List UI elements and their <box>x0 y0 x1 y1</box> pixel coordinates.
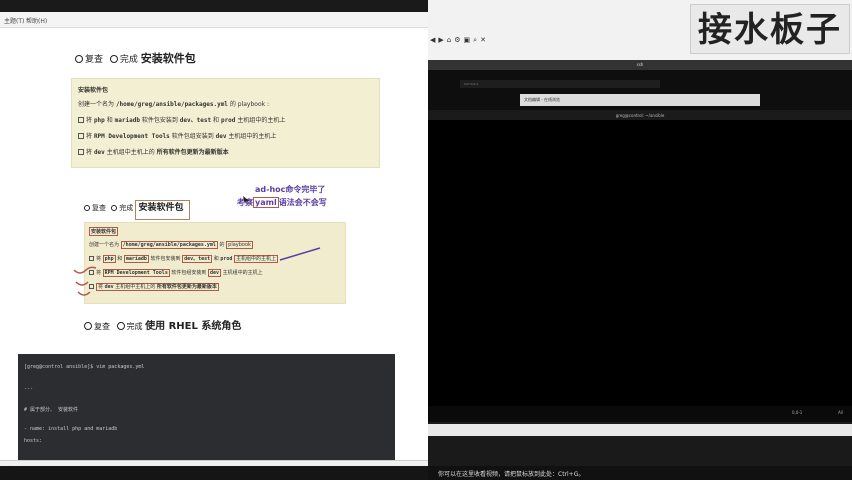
done-label: 完成 <box>126 322 143 331</box>
done-label: 完成 <box>119 204 134 212</box>
editor-title: greg@control: ~/ansible <box>428 112 852 120</box>
task1-header: 复查 完成 安装软件包 <box>75 50 196 66</box>
close-icon[interactable]: ✕ <box>480 36 489 44</box>
terminal-line: hosts: <box>24 438 43 444</box>
address-bar[interactable]: 127.0.0.1 <box>460 80 660 88</box>
doc-menubar: 主题(T) 帮助(H) <box>0 12 428 28</box>
review-label: 复查 <box>85 55 104 65</box>
task2-title: 安装软件包 <box>135 200 191 220</box>
notification-bar: 你可以在这里收看视频，请把鼠标放到此处：Ctrl+G。 <box>428 466 852 480</box>
task3-header: 复查 完成 使用 RHEL 系统角色 <box>84 317 241 332</box>
checkbox[interactable] <box>78 149 84 155</box>
terminal-line: # 属于部分、 安装软件 <box>24 407 79 413</box>
box1-item-3: 将 dev 主机组中主机上的 所有软件包更新为最新版本 <box>78 147 229 156</box>
done-radio[interactable] <box>116 322 125 330</box>
terminal-screenshot: [greg@control ansible]$ vim packages.yml… <box>18 354 395 466</box>
box1-heading: 安装软件包 <box>78 87 109 94</box>
toolbar-icons: ◀▶⌂⚙▣⌕✕ <box>430 36 580 46</box>
editor-statusbar: 0,0-1 All <box>428 406 852 422</box>
done-label: 完成 <box>119 55 138 65</box>
menu-help[interactable]: 帮助(H) <box>26 16 47 25</box>
annotation-marks <box>73 247 321 296</box>
task1-box: 安装软件包 创建一个名为 /home/greg/ansible/packages… <box>71 78 380 168</box>
review-radio[interactable] <box>84 205 90 211</box>
menu-theme[interactable]: 主题(T) <box>4 16 24 25</box>
folder-icon[interactable]: ▣ <box>464 36 474 44</box>
task1-title: 安装软件包 <box>140 52 196 65</box>
terminal-line: - name: install php and mariadb <box>24 426 118 432</box>
box1-item-1: 将 php 和 mariadb 软件包安装到 dev、test 和 prod 主… <box>78 115 285 124</box>
logo-watermark: 接水板子 <box>690 4 850 54</box>
review-radio[interactable] <box>75 55 83 63</box>
vim-editor[interactable] <box>428 120 852 420</box>
task2-header: 复查 完成 安装软件包 <box>84 200 191 220</box>
review-label: 复查 <box>92 204 106 212</box>
box1-intro: 创建一个名为 /home/greg/ansible/packages.yml 的… <box>78 101 270 108</box>
terminal-line: --- <box>24 386 34 392</box>
checkbox[interactable] <box>78 117 84 123</box>
review-radio[interactable] <box>84 322 92 330</box>
inner-window-title: ssh <box>636 62 644 67</box>
box1-item-2: 将 RPM Development Tools 软件包组安装到 dev 主机组中… <box>78 131 276 140</box>
task3-title: 使用 RHEL 系统角色 <box>145 321 242 332</box>
right-bottom-bar <box>428 424 852 436</box>
annotation-line1: ad-hoc命令完毕了 <box>255 185 326 194</box>
review-label: 复查 <box>94 322 110 331</box>
notification-text: 你可以在这里收看视频，请把鼠标放到此处：Ctrl+G。 <box>438 471 585 478</box>
done-radio[interactable] <box>111 205 118 211</box>
terminal-line: [greg@control ansible]$ vim packages.yml <box>24 364 145 370</box>
settings-icon[interactable]: ⚙ <box>454 36 463 44</box>
taskbar-left <box>0 466 428 480</box>
browser-tab[interactable]: 文档编辑 - 在线浏览 <box>520 94 760 106</box>
cursor-position: 0,0-1 <box>792 410 803 415</box>
document-window: 主题(T) 帮助(H) 复查 完成 安装软件包 安装软件包 创建一个名为 /ho… <box>0 12 428 478</box>
annotation-line2: 考察yaml语法会不会写 <box>237 197 327 208</box>
forward-icon[interactable]: ▶ <box>438 36 446 44</box>
done-radio[interactable] <box>109 55 118 63</box>
checkbox[interactable] <box>78 133 84 139</box>
scroll-indicator: All <box>838 410 843 415</box>
